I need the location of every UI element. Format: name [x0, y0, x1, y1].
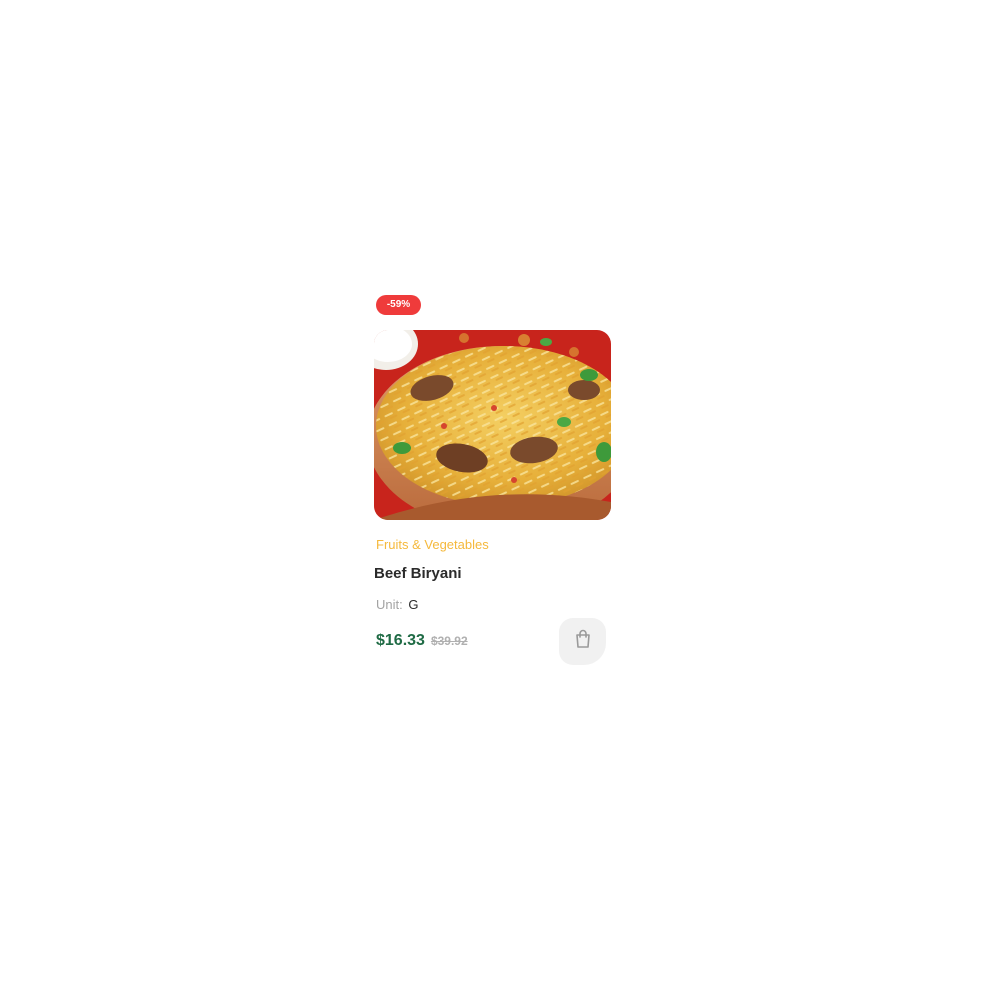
price-row: $16.33 $39.92: [376, 631, 468, 651]
product-card[interactable]: -59% Fruits & Vegetables Beef Biryani Un…: [364, 282, 622, 682]
shopping-bag-icon: [574, 629, 592, 654]
product-unit: Unit: G: [376, 597, 418, 613]
unit-label: Unit:: [376, 597, 403, 612]
price-old: $39.92: [430, 634, 468, 648]
unit-value: G: [408, 597, 419, 612]
discount-badge: -59%: [376, 295, 421, 315]
product-category[interactable]: Fruits & Vegetables: [376, 537, 489, 553]
add-to-cart-button[interactable]: [559, 618, 606, 665]
product-title[interactable]: Beef Biryani: [374, 565, 462, 583]
price-current: $16.33: [376, 632, 425, 649]
product-image[interactable]: [374, 330, 611, 520]
